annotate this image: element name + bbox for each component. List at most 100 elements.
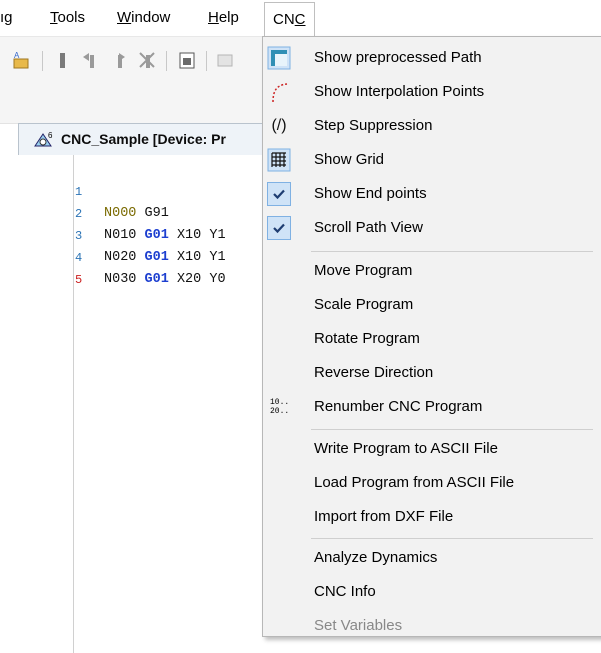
code-args: X10 Y1	[176, 228, 226, 243]
line-number: 1	[75, 185, 83, 199]
code-text: N000 G91	[104, 203, 169, 225]
menu-item-label: Write Program to ASCII File	[314, 440, 498, 457]
code-line: 1 N000 G91	[0, 159, 169, 221]
code-text: N010 G01 X10 Y1	[104, 225, 226, 247]
gcode-keyword: G01	[144, 250, 169, 265]
svg-text:A: A	[14, 51, 20, 60]
code-line: 2 N010 G01 X10 Y1	[0, 181, 226, 243]
cnc-program-icon: 6	[34, 131, 53, 147]
checkmark-icon	[273, 223, 285, 234]
mnemonic: C	[294, 11, 306, 28]
code-text: N030 G01 X20 Y0	[104, 269, 226, 291]
renumber-icon: 10.. 20..	[270, 398, 290, 416]
svg-text:6: 6	[48, 131, 53, 140]
menu-item-label: Show End points	[314, 185, 427, 202]
block-number: N000	[104, 206, 137, 221]
bookmark-next-icon[interactable]	[108, 49, 130, 71]
checkmark-icon	[273, 189, 285, 200]
checked-box	[267, 182, 291, 206]
menu-item-label: Analyze Dynamics	[314, 549, 438, 566]
label-rest: elp	[218, 9, 239, 26]
toolbar-separator	[206, 51, 207, 71]
code-line: 3 N020 G01 X10 Y1	[0, 203, 226, 265]
gcode-keyword: G01	[144, 228, 169, 243]
code-text: N020 G01 X10 Y1	[104, 247, 226, 269]
menubar: ıg Tools Window Help CNC	[0, 0, 601, 38]
menu-item-scale-program[interactable]: Scale Program	[263, 288, 601, 322]
menu-item-label: Renumber CNC Program	[314, 398, 483, 415]
menu-item-label: Reverse Direction	[314, 364, 434, 381]
bookmark-clear-icon[interactable]	[136, 49, 158, 71]
block-number: N020	[104, 250, 137, 265]
menu-item-label: Show Grid	[314, 151, 385, 168]
menu-item-load-program-ascii[interactable]: Load Program from ASCII File	[263, 466, 601, 500]
edit-icon[interactable]: A	[10, 49, 32, 71]
mnemonic: W	[117, 9, 132, 26]
menu-item-show-end-points[interactable]: Show End points	[263, 177, 601, 211]
line-number: 4	[75, 251, 83, 265]
mnemonic: T	[50, 9, 58, 26]
menu-separator	[311, 251, 593, 252]
menu-item-rotate-program[interactable]: Rotate Program	[263, 322, 601, 356]
interpolation-points-icon	[272, 83, 288, 103]
line-number: 2	[75, 207, 83, 221]
menu-item-show-preprocessed-path[interactable]: Show preprocessed Path	[263, 41, 601, 75]
menu-item-step-suppression[interactable]: (/) Step Suppression	[263, 109, 601, 143]
grid-icon	[267, 148, 291, 172]
menubar-item-window[interactable]: Window	[117, 0, 170, 36]
menubar-item-debug[interactable]: ıg	[0, 0, 13, 36]
menu-item-label: CNC Info	[314, 583, 376, 600]
tab-cnc-sample[interactable]: 6 CNC_Sample [Device: Pr	[18, 123, 268, 155]
clipboard-icon[interactable]	[176, 49, 198, 71]
menu-item-label: Scroll Path View	[314, 219, 423, 236]
menu-item-move-program[interactable]: Move Program	[263, 254, 601, 288]
bookmark-prev-icon[interactable]	[80, 49, 102, 71]
menu-item-cnc-info[interactable]: CNC Info	[263, 575, 601, 609]
code-args: X10 Y1	[176, 250, 226, 265]
menu-item-label: Import from DXF File	[314, 508, 454, 525]
checked-box	[267, 216, 291, 240]
menu-item-show-interpolation-points[interactable]: Show Interpolation Points	[263, 75, 601, 109]
menu-item-label: Move Program	[314, 262, 413, 279]
menu-item-set-variables: Set Variables	[263, 609, 601, 643]
menu-separator	[311, 429, 593, 430]
menu-item-import-dxf[interactable]: Import from DXF File	[263, 500, 601, 534]
menu-item-write-program-ascii[interactable]: Write Program to ASCII File	[263, 432, 601, 466]
menu-item-reverse-direction[interactable]: Reverse Direction	[263, 356, 601, 390]
menu-item-show-grid[interactable]: Show Grid	[263, 143, 601, 177]
line-number: 3	[75, 229, 83, 243]
line-number: 5	[75, 273, 83, 287]
block-number: N030	[104, 272, 137, 287]
menu-item-label: Set Variables	[314, 617, 403, 634]
menu-item-label: Scale Program	[314, 296, 414, 313]
menubar-item-cnc[interactable]: CNC	[264, 2, 315, 38]
step-suppression-icon: (/)	[271, 117, 287, 134]
menu-item-label: Rotate Program	[314, 330, 420, 347]
menu-item-analyze-dynamics[interactable]: Analyze Dynamics	[263, 541, 601, 575]
bookmark-icon[interactable]	[52, 49, 74, 71]
code-line: 5	[0, 247, 82, 287]
menu-item-label: Show preprocessed Path	[314, 49, 482, 66]
block-number: N010	[104, 228, 137, 243]
menu-item-label: Load Program from ASCII File	[314, 474, 515, 491]
menu-item-renumber-cnc-program[interactable]: 10.. 20.. Renumber CNC Program	[263, 390, 601, 424]
label-rest: CN	[273, 11, 295, 28]
label-rest: ools	[57, 9, 86, 26]
code-args: X20 Y0	[176, 272, 226, 287]
toolbar-separator	[166, 51, 167, 71]
tab-title: CNC_Sample [Device: Pr	[61, 131, 226, 147]
toolbar-separator	[42, 51, 43, 71]
menu-separator	[311, 538, 593, 539]
menubar-item-tools[interactable]: Tools	[50, 0, 85, 36]
code-args: G91	[144, 206, 169, 221]
label-rest: indow	[131, 9, 171, 26]
toolbar-tool-icon[interactable]	[214, 49, 236, 71]
code-line: 4 N030 G01 X20 Y0	[0, 225, 226, 287]
preprocessed-path-icon	[267, 46, 291, 70]
cnc-menu: Show preprocessed Path Show Interpolatio…	[262, 36, 601, 637]
menubar-item-help[interactable]: Help	[208, 0, 239, 36]
menu-item-label: Show Interpolation Points	[314, 83, 485, 100]
menu-item-scroll-path-view[interactable]: Scroll Path View	[263, 211, 601, 245]
gcode-keyword: G01	[144, 272, 169, 287]
mnemonic: H	[208, 9, 219, 26]
